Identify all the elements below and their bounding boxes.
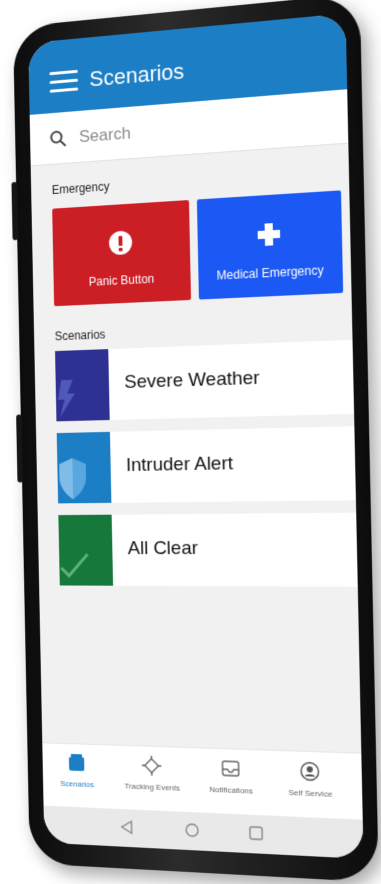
- checkmark-icon: [58, 514, 114, 586]
- nav-label: Notifications: [209, 784, 254, 796]
- recents-square-icon[interactable]: [248, 825, 265, 842]
- nav-tracking-events[interactable]: Tracking Events: [113, 753, 192, 793]
- stage: Scenarios Emergency Panic Button: [0, 0, 381, 884]
- crosshair-icon: [142, 754, 162, 777]
- search-input[interactable]: [76, 103, 320, 153]
- shield-icon: [56, 431, 112, 504]
- page-title: Scenarios: [89, 58, 185, 92]
- scenarios-icon: [68, 753, 85, 772]
- user-circle-icon: [299, 760, 320, 783]
- hamburger-menu-icon[interactable]: [49, 69, 79, 94]
- inbox-icon: [220, 757, 240, 780]
- emergency-section-label: Emergency: [51, 179, 110, 198]
- nav-notifications[interactable]: Notifications: [191, 756, 272, 796]
- scenario-label: Intruder Alert: [125, 453, 234, 476]
- scenario-row-all-clear[interactable]: All Clear: [58, 512, 358, 587]
- scenario-label: All Clear: [127, 537, 199, 560]
- panic-button-label: Panic Button: [88, 271, 155, 289]
- alert-circle-icon: [108, 230, 133, 256]
- medical-emergency-label: Medical Emergency: [216, 263, 324, 283]
- nav-self-service[interactable]: Self Service: [269, 759, 352, 800]
- nav-label: Tracking Events: [124, 781, 181, 793]
- lightning-icon: [55, 349, 110, 422]
- back-triangle-icon[interactable]: [120, 819, 134, 835]
- nav-label: Scenarios: [60, 778, 95, 790]
- volume-button: [11, 181, 19, 241]
- power-button: [16, 414, 24, 483]
- phone-screen: Scenarios Emergency Panic Button: [28, 13, 364, 859]
- scenario-label: Severe Weather: [124, 367, 260, 393]
- medical-cross-icon: [257, 223, 281, 246]
- search-icon: [49, 128, 68, 149]
- medical-emergency-button[interactable]: Medical Emergency: [196, 190, 344, 300]
- nav-label: Self Service: [288, 787, 333, 799]
- home-circle-icon[interactable]: [184, 822, 200, 839]
- scenario-row-severe-weather[interactable]: Severe Weather: [55, 339, 355, 422]
- panic-button[interactable]: Panic Button: [52, 200, 192, 307]
- phone-frame: Scenarios Emergency Panic Button: [11, 0, 379, 883]
- nav-scenarios[interactable]: Scenarios: [39, 751, 116, 790]
- scenarios-section-label: Scenarios: [54, 327, 106, 344]
- scenario-row-intruder-alert[interactable]: Intruder Alert: [56, 426, 356, 504]
